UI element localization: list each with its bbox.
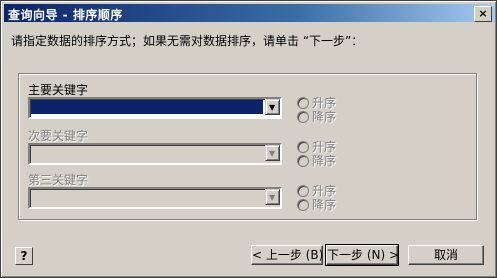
third-descending-radio[interactable]: 降序 [297, 196, 336, 213]
dropdown-arrow-icon[interactable]: ▼ [265, 145, 280, 161]
secondary-key-dropdown[interactable]: ▼ [28, 143, 282, 165]
third-key-dropdown[interactable]: ▼ [28, 187, 282, 209]
query-wizard-dialog: 查询向导 - 排序顺序 × 请指定数据的排序方式；如果无需对数据排序，请单击 “… [0, 0, 497, 278]
dropdown-arrow-icon[interactable]: ▼ [265, 189, 280, 205]
title-bar[interactable]: 查询向导 - 排序顺序 × [4, 4, 495, 22]
third-key-label: 第三关键字 [28, 173, 89, 187]
secondary-key-label: 次要关键字 [28, 129, 89, 143]
radio-circle-icon [297, 154, 309, 167]
primary-descending-radio[interactable]: 降序 [297, 108, 336, 125]
window-title: 查询向导 - 排序顺序 [8, 8, 123, 22]
primary-key-value [31, 100, 263, 114]
dropdown-arrow-icon[interactable]: ▼ [265, 99, 280, 115]
primary-key-dropdown[interactable]: ▼ [28, 97, 282, 119]
cancel-button[interactable]: 取消 [408, 245, 484, 265]
back-button[interactable]: < 上一步 (B) [251, 245, 323, 265]
instruction-text: 请指定数据的排序方式；如果无需对数据排序，请单击 “下一步”： [11, 34, 364, 48]
help-button[interactable]: ? [15, 247, 33, 265]
radio-circle-icon [297, 184, 309, 197]
radio-circle-icon [297, 198, 309, 211]
third-descending-label: 降序 [312, 198, 337, 212]
close-button[interactable]: × [474, 6, 492, 22]
radio-circle-icon [297, 110, 309, 123]
third-key-value [31, 190, 263, 204]
secondary-descending-radio[interactable]: 降序 [297, 152, 336, 169]
radio-circle-icon [297, 96, 309, 109]
primary-key-label: 主要关键字 [28, 83, 89, 97]
radio-circle-icon [297, 140, 309, 153]
secondary-key-value [31, 146, 263, 160]
secondary-descending-label: 降序 [312, 154, 337, 168]
primary-descending-label: 降序 [312, 110, 337, 124]
